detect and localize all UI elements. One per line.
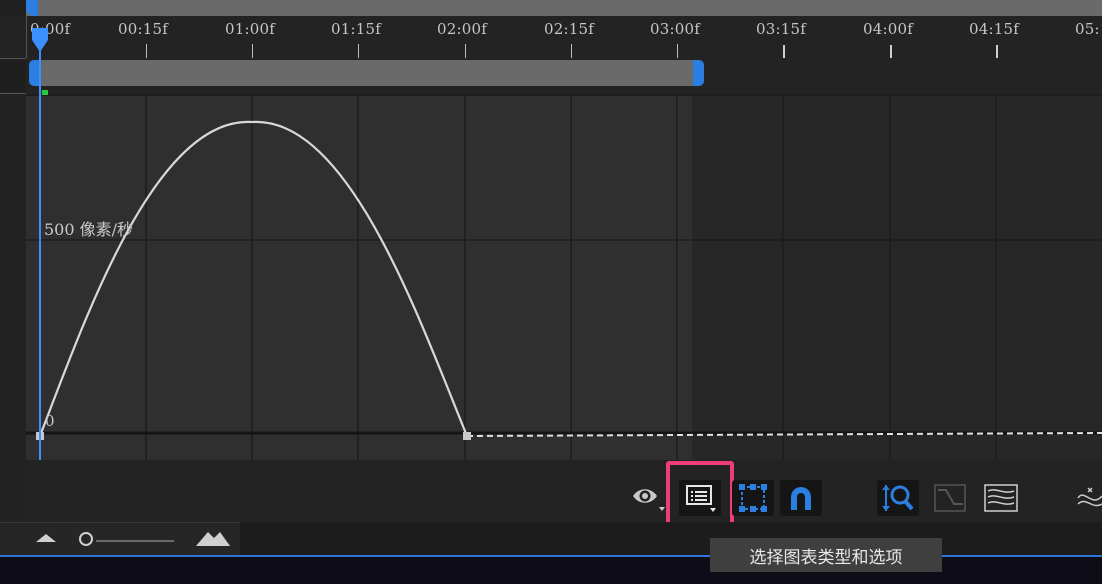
timeline-scrollbar-handle[interactable] — [26, 0, 38, 16]
separate-dimensions-button[interactable] — [1074, 480, 1102, 516]
tick-label: 05: — [1075, 20, 1100, 38]
zoom-slider-track[interactable] — [96, 540, 174, 542]
chart-type-button[interactable] — [679, 480, 721, 516]
ruler-tick — [358, 44, 359, 58]
mountain-large-icon[interactable] — [194, 528, 232, 548]
graph-gutter — [0, 94, 26, 522]
tick-label: 04:00f — [863, 20, 913, 38]
tick-label: 03:00f — [650, 20, 700, 38]
work-area-bar[interactable] — [34, 60, 698, 86]
transform-box-button[interactable] — [732, 480, 774, 516]
speed-curve[interactable] — [38, 120, 469, 437]
ruler-tick — [677, 44, 678, 58]
ruler-divider — [26, 16, 27, 58]
tick-label: 03:15f — [756, 20, 806, 38]
snap-button[interactable] — [780, 480, 822, 516]
zoom-slider-handle[interactable] — [79, 532, 93, 546]
tick-label: 02:15f — [544, 20, 594, 38]
tick-label: 01:00f — [225, 20, 275, 38]
auto-zoom-button[interactable] — [877, 480, 919, 516]
magnet-icon — [791, 487, 811, 510]
list-menu-icon — [686, 485, 716, 512]
separate-dimensions-icon — [1077, 487, 1102, 507]
ruler-tick — [465, 44, 466, 58]
keyframe[interactable] — [463, 432, 471, 440]
tick-label: 00:15f — [118, 20, 168, 38]
fit-all-button[interactable] — [980, 480, 1022, 516]
tick-label: 02:00f — [437, 20, 487, 38]
tick-label: 01:15f — [331, 20, 381, 38]
eye-icon — [633, 489, 665, 511]
fit-all-icon — [984, 484, 1018, 512]
playhead-line[interactable] — [39, 30, 41, 462]
transform-box-icon — [739, 484, 767, 512]
playhead-handle[interactable] — [30, 26, 50, 54]
speed-graph[interactable] — [26, 96, 1102, 460]
ruler-tick — [146, 44, 147, 58]
graph-value-label-zero: 0 — [45, 412, 55, 430]
graph-value-label: 500 像素/秒 — [44, 220, 134, 239]
chart-type-tooltip: 选择图表类型和选项 — [710, 538, 942, 572]
work-area-gutter — [0, 58, 26, 94]
auto-zoom-icon — [882, 485, 914, 511]
tick-label: 04:15f — [969, 20, 1019, 38]
fit-selection-button[interactable] — [929, 480, 971, 516]
cache-indicator — [42, 90, 48, 95]
fit-selection-icon — [934, 484, 966, 512]
ruler-tick — [571, 44, 572, 58]
ruler-tick — [252, 44, 253, 58]
show-properties-button[interactable] — [626, 480, 668, 516]
graph-editor: 0:00f 00:15f 01:00f 01:15f 02:00f 02:15f… — [0, 0, 1102, 584]
timeline-scrollbar[interactable] — [0, 0, 1102, 16]
timeline-scrollbar-gutter — [0, 0, 26, 16]
mountain-small-icon[interactable] — [34, 530, 58, 546]
work-area-end-handle[interactable] — [693, 60, 704, 86]
